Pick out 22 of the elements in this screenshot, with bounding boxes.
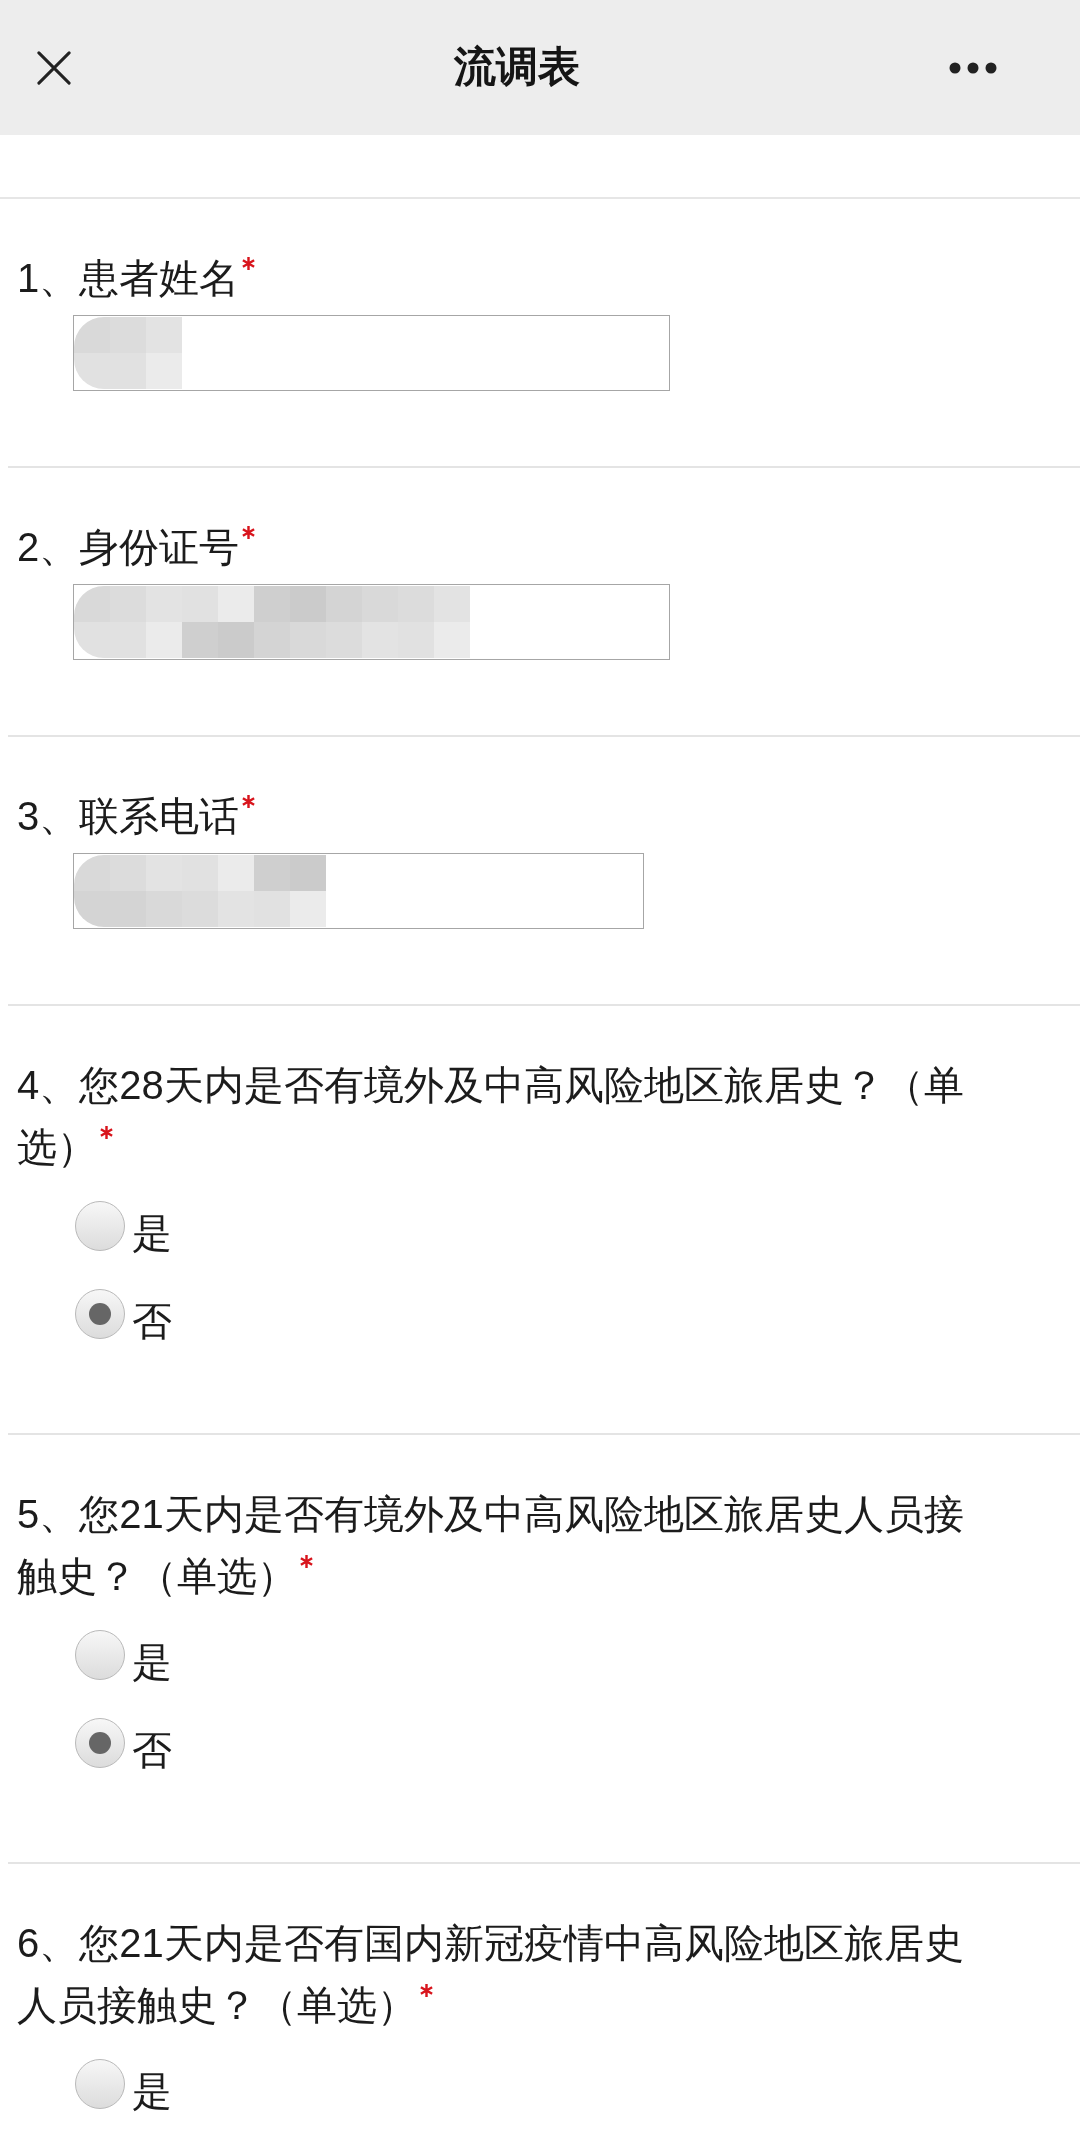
option-label: 是 [132, 1639, 172, 1682]
text-input[interactable] [73, 315, 670, 391]
text-input[interactable] [73, 584, 670, 660]
question-label: 5、您21天内是否有境外及中高风险地区旅居史人员接触史？（单选） [17, 1492, 964, 1598]
option-label: 是 [132, 2068, 172, 2111]
radio-button[interactable] [75, 1718, 125, 1768]
text-input[interactable] [73, 853, 644, 929]
option-label: 否 [132, 1727, 172, 1770]
close-icon[interactable] [37, 50, 71, 85]
radio-button[interactable] [75, 1630, 125, 1680]
question-label: 1、患者姓名 [17, 256, 240, 300]
question-label: 4、您28天内是否有境外及中高风险地区旅居史？（单选） [17, 1063, 964, 1169]
radio-button[interactable] [75, 2059, 125, 2109]
more-icon[interactable] [949, 61, 997, 74]
radio-button[interactable] [75, 1289, 125, 1339]
page-title: 流调表 [454, 42, 580, 93]
question-label: 2、身份证号 [17, 525, 240, 569]
option-label: 是 [132, 1210, 172, 1253]
radio-button[interactable] [75, 1201, 125, 1251]
question-label: 3、联系电话 [17, 794, 240, 838]
question-label: 6、您21天内是否有国内新冠疫情中高风险地区旅居史人员接触史？（单选） [17, 1921, 964, 2027]
option-label: 否 [132, 1298, 172, 1341]
